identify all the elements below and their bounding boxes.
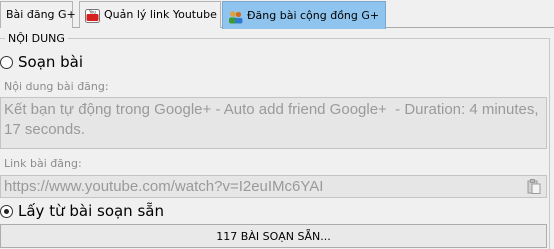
content-label: Nội dung bài đăng: — [4, 80, 109, 93]
link-label: Link bài đăng: — [4, 157, 82, 170]
tab-dang-bai-cong-dong[interactable]: Đăng bài cộng đồng G+ — [222, 1, 386, 29]
tab-quan-ly-youtube[interactable]: You Quản lý link Youtube — [79, 1, 221, 28]
compose-option-label: Soạn bài — [18, 53, 84, 71]
tab-label: Bài đăng G+ — [6, 8, 76, 21]
tab-label: Quản lý link Youtube — [104, 8, 217, 21]
link-input-value: https://www.youtube.com/watch?v=I2euIMc6… — [4, 178, 324, 195]
content-textarea[interactable]: Kết bạn tự động trong Google+ - Auto add… — [0, 97, 547, 149]
compose-option[interactable]: Soạn bài — [0, 53, 83, 71]
svg-text:You: You — [88, 10, 96, 15]
prepared-option[interactable]: Lấy từ bài soạn sẵn — [0, 202, 164, 220]
link-input[interactable]: https://www.youtube.com/watch?v=I2euIMc6… — [0, 175, 547, 198]
prepared-radio[interactable] — [0, 204, 13, 218]
clipboard-icon[interactable] — [527, 179, 541, 194]
compose-radio[interactable] — [0, 55, 13, 69]
prepared-posts-button-label: 117 BÀI SOẠN SẴN... — [216, 229, 331, 243]
prepared-option-label: Lấy từ bài soạn sẵn — [18, 202, 164, 220]
youtube-icon: You — [85, 8, 100, 23]
tab-bar: Bài đăng G+ You Quản lý link Youtube Đăn… — [0, 0, 554, 29]
tab-bai-dang[interactable]: Bài đăng G+ — [0, 1, 76, 28]
prepared-posts-button[interactable]: 117 BÀI SOẠN SẴN... — [0, 224, 547, 248]
community-icon — [228, 9, 243, 23]
groupbox-legend: NỘI DUNG — [5, 32, 68, 45]
tab-label: Đăng bài cộng đồng G+ — [247, 8, 380, 22]
